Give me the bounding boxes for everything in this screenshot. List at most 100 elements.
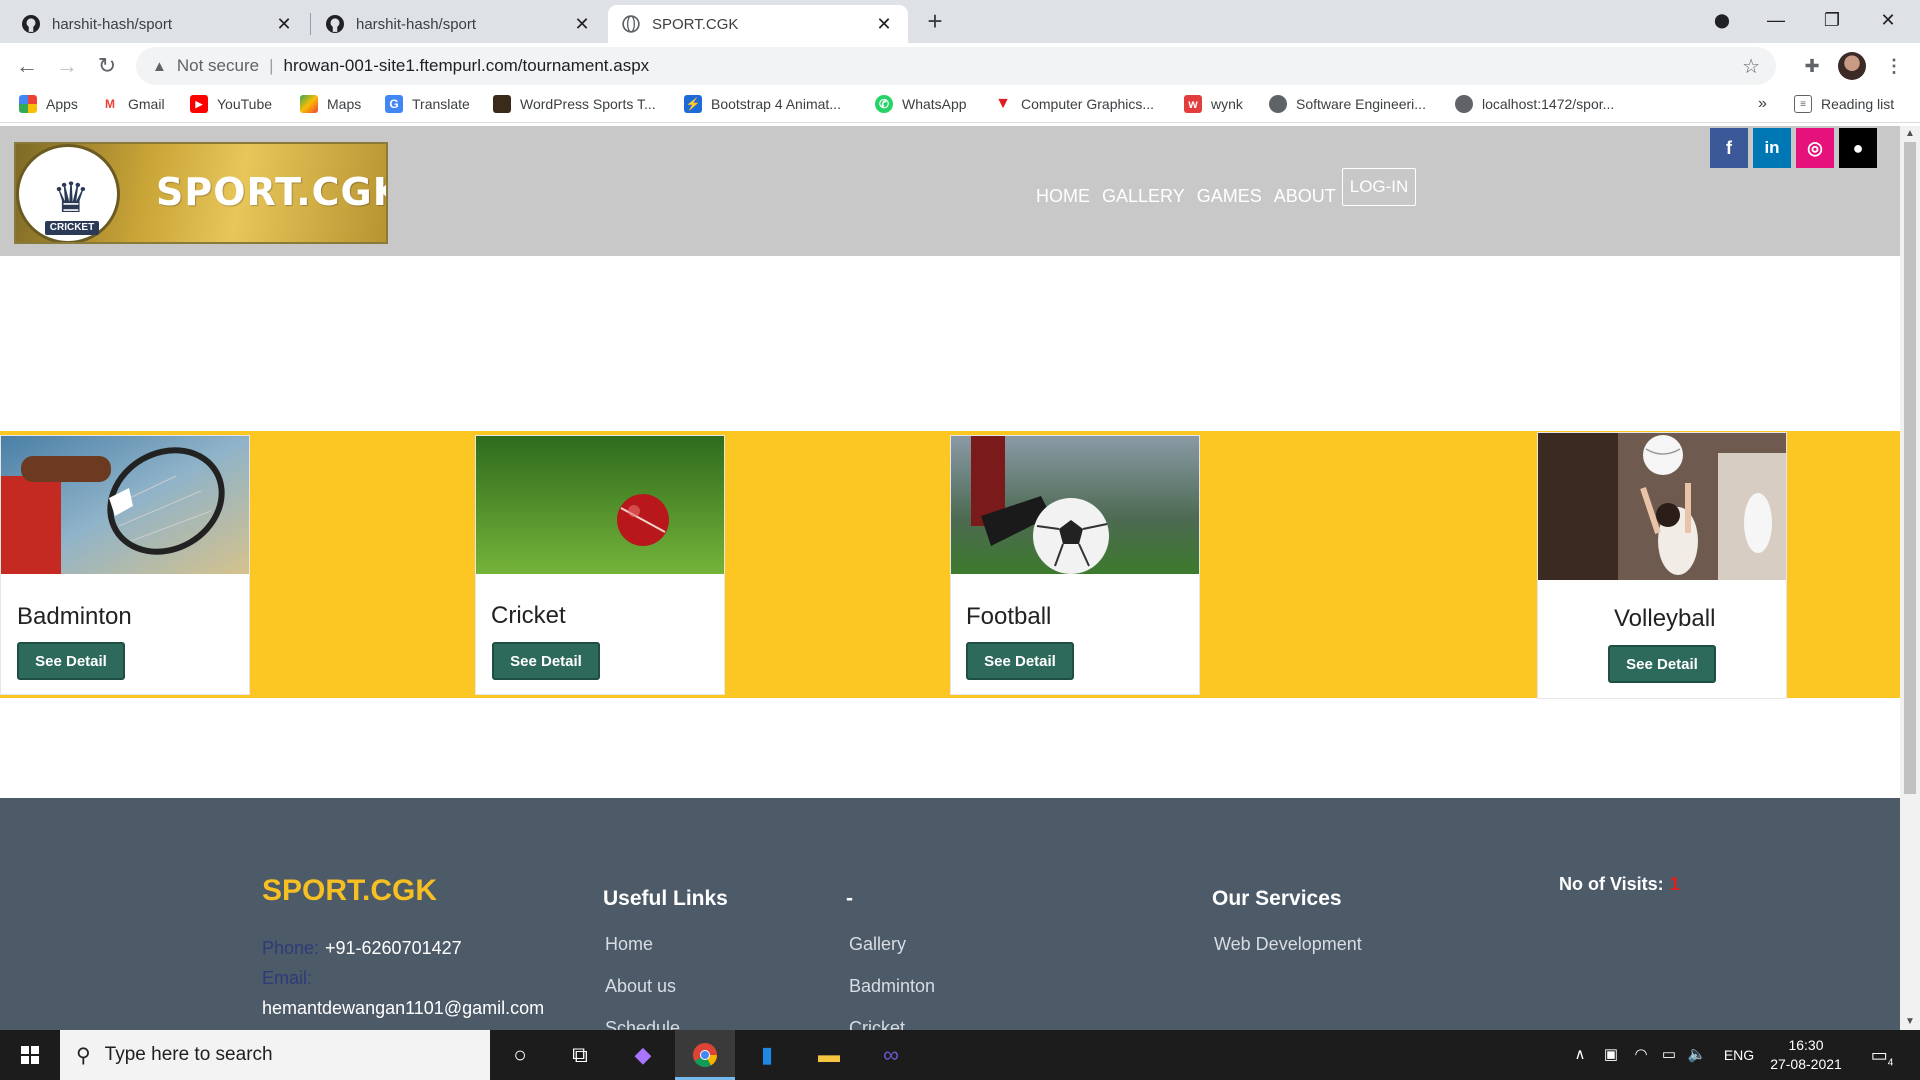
nav-gallery[interactable]: GALLERY bbox=[1102, 186, 1185, 207]
see-detail-button[interactable]: See Detail bbox=[1608, 645, 1716, 683]
see-detail-button[interactable]: See Detail bbox=[17, 642, 125, 680]
chrome-logo bbox=[693, 1043, 717, 1068]
bookmark-apps[interactable]: Apps bbox=[19, 95, 78, 113]
bookmark-translate[interactable]: G Translate bbox=[385, 95, 470, 113]
taskbar-search[interactable]: ⚲ Type here to search bbox=[60, 1030, 490, 1080]
social-links: f in ◎ ● bbox=[1710, 128, 1882, 168]
new-tab-button[interactable]: + bbox=[920, 6, 950, 36]
reading-list-button[interactable]: ≡ Reading list bbox=[1794, 95, 1894, 113]
see-detail-button[interactable]: See Detail bbox=[492, 642, 600, 680]
language-indicator[interactable]: ENG bbox=[1720, 1030, 1758, 1080]
bookmark-bootstrap[interactable]: ⚡ Bootstrap 4 Animat... bbox=[684, 95, 841, 113]
more-bookmarks-button[interactable]: » bbox=[1758, 95, 1767, 113]
show-hidden-icons-chevron[interactable]: ∧ bbox=[1568, 1030, 1592, 1080]
extensions-icon[interactable]: ✚ bbox=[1798, 52, 1826, 80]
see-detail-button[interactable]: See Detail bbox=[966, 642, 1074, 680]
bookmarks-bar: Apps M Gmail ▶ YouTube Maps G Translate … bbox=[0, 88, 1920, 123]
instagram-icon[interactable]: ◎ bbox=[1796, 128, 1834, 168]
notepad-icon[interactable]: ▮ bbox=[737, 1030, 797, 1080]
footer-link-about[interactable]: About us bbox=[605, 976, 676, 997]
menu-dots-icon[interactable]: ⋮ bbox=[1880, 52, 1908, 80]
scroll-thumb[interactable] bbox=[1904, 142, 1916, 794]
file-explorer-icon[interactable]: ▬ bbox=[799, 1030, 859, 1080]
clock-time: 16:30 bbox=[1788, 1037, 1824, 1053]
close-window-button[interactable]: ✕ bbox=[1862, 0, 1914, 40]
card-badminton: Badminton See Detail bbox=[0, 435, 250, 695]
cricket-image bbox=[476, 436, 724, 574]
phone-label: Phone: bbox=[262, 938, 320, 958]
visits-count: 1 bbox=[1669, 874, 1680, 894]
infinity-app-icon[interactable]: ∞ bbox=[861, 1030, 921, 1080]
battery-icon[interactable]: ▭ bbox=[1656, 1030, 1682, 1080]
close-icon[interactable]: ✕ bbox=[274, 14, 294, 35]
globe-icon bbox=[1455, 95, 1473, 113]
forward-arrow-icon[interactable]: → bbox=[51, 50, 83, 82]
scroll-down-icon[interactable]: ▼ bbox=[1900, 1014, 1920, 1030]
tab-github-2[interactable]: harshit-hash/sport ✕ bbox=[312, 5, 606, 43]
site-header: ♛ CRICKET SPORT.CGK HOME GALLERY GAMES A… bbox=[0, 126, 1900, 256]
email-value[interactable]: hemantdewangan1101@gamil.com bbox=[262, 998, 544, 1019]
bookmark-localhost[interactable]: localhost:1472/spor... bbox=[1455, 95, 1614, 113]
footer-link-badminton[interactable]: Badminton bbox=[849, 976, 935, 997]
nav-games[interactable]: GAMES bbox=[1197, 186, 1262, 207]
visits-label: No of Visits: bbox=[1559, 874, 1664, 894]
bookmark-gmail[interactable]: M Gmail bbox=[101, 95, 165, 113]
github-icon bbox=[326, 15, 344, 33]
chrome-icon[interactable] bbox=[675, 1030, 735, 1080]
minimize-button[interactable]: — bbox=[1750, 0, 1802, 40]
close-icon[interactable]: ✕ bbox=[572, 14, 592, 35]
security-label: Not secure bbox=[176, 56, 260, 75]
translate-icon: G bbox=[385, 95, 403, 113]
footer-link-gallery[interactable]: Gallery bbox=[849, 934, 906, 955]
notifications-icon[interactable]: ▭4 bbox=[1858, 1030, 1906, 1080]
visual-studio-icon[interactable]: ◆ bbox=[613, 1030, 673, 1080]
linkedin-icon[interactable]: in bbox=[1753, 128, 1791, 168]
bookmark-star-icon[interactable]: ☆ bbox=[1742, 54, 1760, 79]
nav-home[interactable]: HOME bbox=[1036, 186, 1090, 207]
tab-label: harshit-hash/sport bbox=[52, 15, 173, 33]
bookmark-computer-graphics[interactable]: ▼ Computer Graphics... bbox=[994, 95, 1154, 113]
bookmark-label: localhost:1472/spor... bbox=[1482, 96, 1615, 112]
meet-now-icon[interactable]: ▣ bbox=[1598, 1030, 1624, 1080]
tab-search-icon[interactable]: ⬤ bbox=[1696, 0, 1748, 40]
back-arrow-icon[interactable]: ← bbox=[11, 50, 43, 82]
url-text: hrowan-001-site1.ftempurl.com/tournament… bbox=[283, 56, 650, 75]
footer-link-web-development[interactable]: Web Development bbox=[1214, 934, 1362, 955]
wifi-icon[interactable]: ◠ bbox=[1628, 1030, 1654, 1080]
bookmark-label: Gmail bbox=[128, 96, 165, 112]
page-scrollbar[interactable]: ▲ ▼ bbox=[1900, 126, 1920, 1030]
volume-icon[interactable]: 🔈 bbox=[1684, 1030, 1710, 1080]
bookmark-whatsapp[interactable]: ✆ WhatsApp bbox=[875, 95, 967, 113]
footer-brand: SPORT.CGK bbox=[262, 874, 438, 907]
login-button[interactable]: LOG-IN bbox=[1341, 167, 1417, 206]
search-placeholder: Type here to search bbox=[104, 1044, 273, 1065]
bookmark-wordpress-sports[interactable]: WordPress Sports T... bbox=[493, 95, 656, 113]
scroll-up-icon[interactable]: ▲ bbox=[1900, 126, 1920, 142]
start-button[interactable] bbox=[0, 1030, 60, 1080]
restore-button[interactable]: ❐ bbox=[1806, 0, 1858, 40]
close-icon[interactable]: ✕ bbox=[874, 14, 894, 35]
tab-sport-cgk[interactable]: SPORT.CGK ✕ bbox=[608, 5, 908, 43]
nav-about[interactable]: ABOUT bbox=[1274, 186, 1336, 207]
bookmark-wynk[interactable]: w wynk bbox=[1184, 95, 1243, 113]
bookmark-label: Computer Graphics... bbox=[1021, 96, 1155, 112]
facebook-icon[interactable]: f bbox=[1710, 128, 1748, 168]
triangle-icon: ▼ bbox=[995, 95, 1011, 112]
task-view-icon[interactable]: ⧉ bbox=[550, 1030, 610, 1080]
site-logo[interactable]: ♛ CRICKET SPORT.CGK bbox=[14, 142, 388, 244]
profile-avatar[interactable] bbox=[1838, 52, 1866, 80]
reading-list-label: Reading list bbox=[1821, 96, 1895, 112]
cortana-icon[interactable]: ○ bbox=[490, 1030, 550, 1080]
address-bar[interactable]: ▲ Not secure | hrowan-001-site1.ftempurl… bbox=[136, 47, 1776, 85]
github-icon[interactable]: ● bbox=[1839, 128, 1877, 168]
reload-icon[interactable]: ↻ bbox=[91, 50, 123, 82]
bookmark-youtube[interactable]: ▶ YouTube bbox=[190, 95, 272, 113]
reading-list-icon: ≡ bbox=[1794, 95, 1812, 113]
clock[interactable]: 16:30 27-08-2021 bbox=[1768, 1036, 1844, 1074]
footer-link-home[interactable]: Home bbox=[605, 934, 653, 955]
volleyball-image bbox=[1538, 433, 1786, 580]
tab-github-1[interactable]: harshit-hash/sport ✕ bbox=[8, 5, 308, 43]
bookmark-software-engineering[interactable]: Software Engineeri... bbox=[1269, 95, 1426, 113]
bookmark-maps[interactable]: Maps bbox=[300, 95, 361, 113]
wordpress-icon bbox=[493, 95, 511, 113]
